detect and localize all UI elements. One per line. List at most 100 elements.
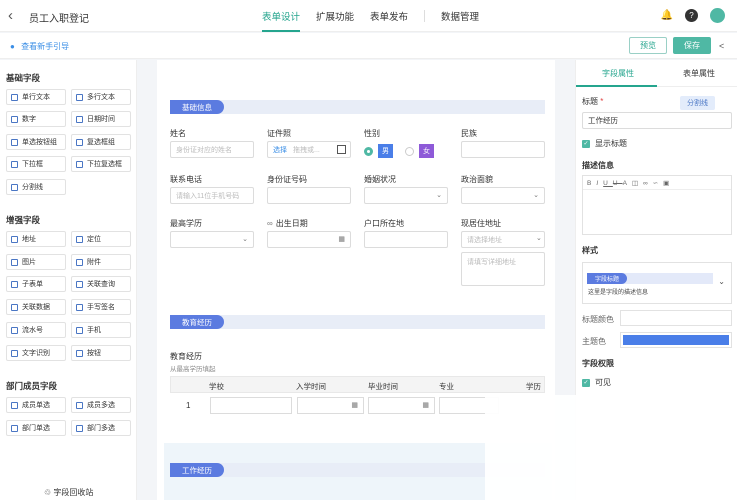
radio-selected-icon (364, 146, 373, 156)
gender-radio-female[interactable]: 女 (405, 144, 434, 158)
field-location[interactable]: 定位 (71, 231, 131, 247)
theme-color-picker[interactable] (620, 332, 732, 348)
field-checkbox-group[interactable]: 复选框组 (71, 134, 131, 150)
name-input[interactable]: 身份证对应的姓名 (170, 141, 254, 158)
field-label: 部门多选 (87, 425, 115, 432)
field-label: 地址 (22, 236, 36, 243)
style-select[interactable]: 字段标题 这里是字段的描述信息 ⌄ (582, 262, 732, 304)
basic-fields-title: 基础字段 (6, 73, 41, 83)
field-button[interactable]: 按钮 (71, 345, 131, 361)
field-divider[interactable]: 分割线 (6, 179, 66, 195)
birth-label: ∞ 出生日期 (267, 218, 308, 229)
field-member-multi[interactable]: 成员多选 (71, 397, 131, 413)
field-radio-group[interactable]: 单选按钮组 (6, 134, 66, 150)
field-dept-multi[interactable]: 部门多选 (71, 420, 131, 436)
political-select[interactable]: ⌄ (461, 187, 545, 204)
field-label: 文字识别 (22, 350, 50, 357)
gender-radio-male[interactable]: 男 (364, 144, 393, 158)
image-icon (11, 258, 18, 266)
marital-select[interactable]: ⌄ (364, 187, 448, 204)
chevron-left-icon[interactable]: ‹ (8, 7, 13, 24)
field-label: 分割线 (22, 184, 43, 191)
field-related-query[interactable]: 关联查询 (71, 276, 131, 292)
font-color-icon[interactable]: A (623, 180, 632, 187)
field-label: 附件 (87, 259, 101, 266)
button-icon (76, 349, 83, 357)
code-icon[interactable]: ∽ (653, 180, 663, 187)
link-icon[interactable]: ∞ (643, 180, 653, 187)
tab-form-props[interactable]: 表单属性 (683, 68, 715, 79)
field-serial[interactable]: 流水号 (6, 322, 66, 338)
idnum-input[interactable] (267, 187, 351, 204)
tab-field-props[interactable]: 字段属性 (602, 68, 634, 79)
gender-label: 性别 (364, 129, 380, 138)
help-icon[interactable]: ? (685, 9, 698, 22)
field-number[interactable]: 数字 (6, 111, 66, 127)
field-dept-single[interactable]: 部门单选 (6, 420, 66, 436)
col-school: 学校 (209, 382, 224, 391)
field-dropdown[interactable]: 下拉框 (6, 156, 66, 172)
guide-link[interactable]: ● 查看新手引导 (10, 41, 69, 52)
show-title-checkbox[interactable]: ✓ 显示标题 (582, 138, 627, 149)
highlight-icon[interactable]: ◫ (632, 180, 643, 187)
checkbox-icon (76, 138, 83, 146)
tab-form-design[interactable]: 表单设计 (262, 9, 301, 32)
bell-icon[interactable]: 🔔 (661, 10, 673, 21)
field-recycle-bin[interactable]: ♲ 字段回收站 (44, 487, 93, 498)
qrcode-icon[interactable] (337, 145, 346, 154)
field-subform[interactable]: 子表单 (6, 276, 66, 292)
underline-icon[interactable]: U (603, 180, 613, 187)
section-basic-info[interactable]: 基础信息 (170, 100, 545, 114)
edu-table-hint: 从最高学历填起 (170, 366, 216, 373)
share-icon[interactable]: < (719, 41, 724, 51)
field-datetime[interactable]: 日期时间 (71, 111, 131, 127)
address-select[interactable]: 请选择地址 (461, 231, 545, 248)
preview-button[interactable]: 预览 (629, 37, 667, 54)
school-cell[interactable] (210, 397, 292, 414)
strikethrough-icon[interactable]: U (613, 180, 623, 187)
field-single-text[interactable]: 单行文本 (6, 89, 66, 105)
required-mark: * (600, 97, 604, 106)
select-link[interactable]: 选择 (273, 145, 287, 155)
field-member-single[interactable]: 成员单选 (6, 397, 66, 413)
phone-label: 联系电话 (170, 175, 202, 184)
image-icon[interactable]: ▣ (663, 180, 674, 187)
section-education[interactable]: 教育经历 (170, 315, 545, 329)
field-dropdown-multi[interactable]: 下拉复选框 (71, 156, 131, 172)
phone-input[interactable]: 请输入11位手机号码 (170, 187, 254, 204)
field-label: 多行文本 (87, 94, 115, 101)
tab-publish[interactable]: 表单发布 (370, 9, 408, 32)
members-icon (76, 401, 83, 409)
field-image[interactable]: 图片 (6, 254, 66, 270)
title-color-picker[interactable] (620, 310, 732, 326)
field-multi-text[interactable]: 多行文本 (71, 89, 131, 105)
enroll-cell[interactable]: ▦ (297, 397, 364, 414)
visible-checkbox[interactable]: ✓ 可见 (582, 377, 611, 388)
row-number: 1 (186, 401, 191, 410)
address-detail-input[interactable]: 请填写详细地址 (461, 252, 545, 286)
title-input[interactable]: 工作经历 (582, 112, 732, 129)
field-signature[interactable]: 手写签名 (71, 299, 131, 315)
title-label: 标题 * (582, 96, 603, 107)
ethnic-input[interactable] (461, 141, 545, 158)
dropdown-multi-icon (76, 160, 83, 168)
tab-data-management[interactable]: 数据管理 (441, 9, 479, 32)
field-ocr[interactable]: 文字识别 (6, 345, 66, 361)
field-attachment[interactable]: 附件 (71, 254, 131, 270)
field-phone[interactable]: 手机 (71, 322, 131, 338)
bold-icon[interactable]: B (587, 180, 596, 187)
ocr-icon (11, 349, 18, 357)
id-photo-upload[interactable]: 选择 拖拽或... (267, 141, 351, 158)
field-address[interactable]: 地址 (6, 231, 66, 247)
field-related-data[interactable]: 关联数据 (6, 299, 66, 315)
tab-extensions[interactable]: 扩展功能 (316, 9, 354, 32)
field-label: 手写签名 (87, 304, 115, 311)
birth-date-input[interactable]: ▦ (267, 231, 351, 248)
education-select[interactable]: ⌄ (170, 231, 254, 248)
desc-editor[interactable]: BIUUA◫∞∽▣ (582, 175, 732, 235)
avatar[interactable] (710, 8, 725, 23)
hukou-input[interactable] (364, 231, 448, 248)
save-button[interactable]: 保存 (673, 37, 711, 54)
watermark-overlay (485, 395, 737, 500)
graduate-cell[interactable]: ▦ (368, 397, 435, 414)
